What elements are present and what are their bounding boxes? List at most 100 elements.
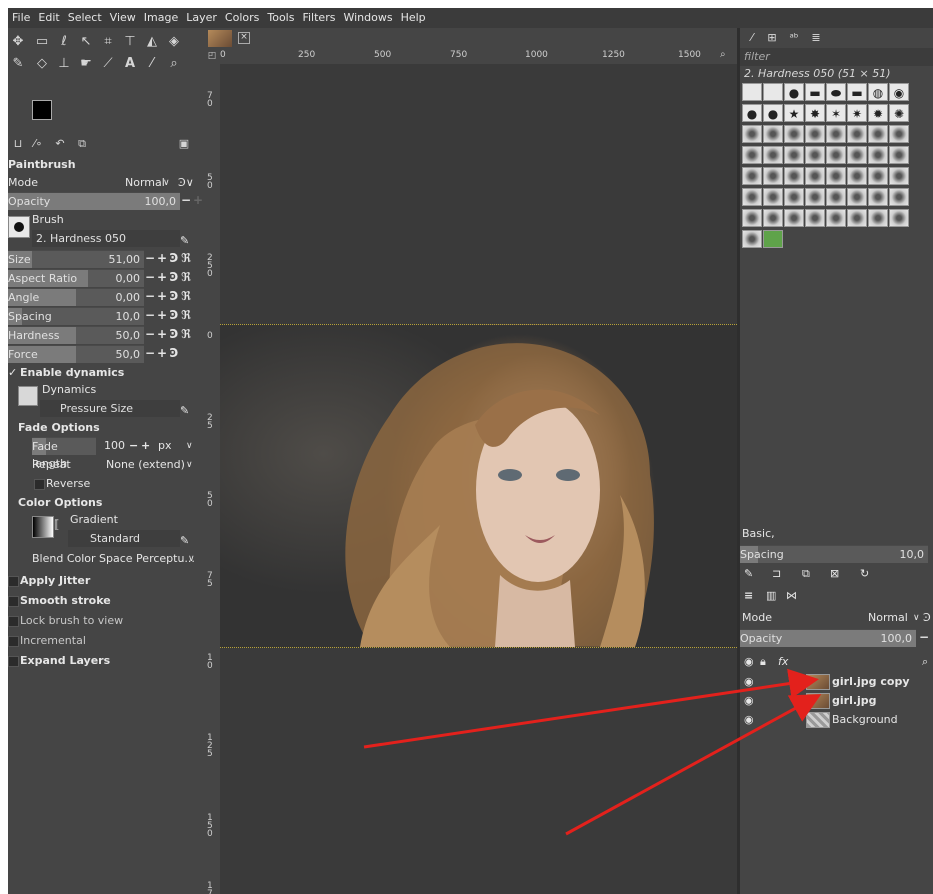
- brush-thumbnail[interactable]: [889, 167, 909, 185]
- brush-grid[interactable]: ● ▬ ⬬ ▬ ◍ ◉ ● ● ★ ✸ ✶ ✷ ✹ ✺: [742, 83, 914, 255]
- size-plus-button[interactable]: +: [156, 250, 168, 267]
- fuzzy-select-icon[interactable]: ↖: [78, 34, 94, 50]
- brush-thumbnail[interactable]: [784, 209, 804, 227]
- aspect-slider[interactable]: Aspect Ratio 0,00: [8, 269, 144, 287]
- edit-gradient-icon[interactable]: ✎: [180, 532, 189, 550]
- brush-thumbnail[interactable]: ●: [784, 83, 804, 101]
- brush-thumbnail[interactable]: [826, 146, 846, 164]
- quick-mask-icon[interactable]: ◰: [204, 48, 220, 64]
- smudge-icon[interactable]: ☛: [78, 56, 94, 72]
- aspect-minus-button[interactable]: −: [144, 269, 156, 286]
- brush-thumbnail[interactable]: [847, 125, 867, 143]
- brush-set-row[interactable]: Basic,: [740, 525, 933, 543]
- brush-thumbnail[interactable]: [847, 188, 867, 206]
- brush-thumbnail[interactable]: [742, 209, 762, 227]
- warp-icon[interactable]: ◭: [144, 34, 160, 50]
- brush-thumbnail[interactable]: [805, 125, 825, 143]
- brush-thumbnail[interactable]: ✺: [889, 104, 909, 122]
- duplicate-brush-icon[interactable]: ⧉: [802, 565, 810, 583]
- brush-thumbnail[interactable]: ⬬: [826, 83, 846, 101]
- brush-thumbnail[interactable]: [763, 230, 783, 248]
- brush-thumbnail[interactable]: [742, 146, 762, 164]
- mode-select[interactable]: Normal: [125, 174, 165, 192]
- layer-opacity-minus-button[interactable]: −: [918, 629, 930, 646]
- vertical-ruler[interactable]: 7 0 5 0 2 5 0 0 2 5 5 0 7 5 1 0 1 2 5 1 …: [204, 64, 220, 894]
- gradient-reverse-icon[interactable]: ⟦: [54, 516, 59, 534]
- menu-help[interactable]: Help: [397, 8, 430, 28]
- brush-set-select[interactable]: Basic,: [742, 525, 775, 543]
- brush-thumbnail[interactable]: [784, 188, 804, 206]
- brush-thumbnail[interactable]: ✷: [847, 104, 867, 122]
- path-icon[interactable]: ⟋: [100, 56, 116, 72]
- color-picker-icon[interactable]: ⁄: [144, 56, 160, 72]
- clone-icon[interactable]: ⊥: [56, 56, 72, 72]
- menu-windows[interactable]: Windows: [339, 8, 396, 28]
- tool-options-tab-icon[interactable]: ⊔: [10, 136, 26, 152]
- gradient-combo[interactable]: Standard: [68, 530, 180, 547]
- dynamics-preview-icon[interactable]: [18, 386, 38, 406]
- edit-brush-icon[interactable]: ✎: [744, 565, 753, 583]
- menu-filters[interactable]: Filters: [298, 8, 339, 28]
- rect-select-icon[interactable]: ▭: [34, 34, 50, 50]
- layer-mode-select[interactable]: Normal: [868, 609, 908, 627]
- angle-reset-icon[interactable]: Ͽ: [168, 288, 180, 305]
- new-brush-icon[interactable]: ⊐: [772, 565, 781, 583]
- layer-item[interactable]: ◉ Background: [740, 711, 933, 729]
- reverse-row[interactable]: Reverse: [8, 475, 204, 493]
- brush-preview[interactable]: [8, 216, 30, 238]
- brush-thumbnail[interactable]: ✸: [805, 104, 825, 122]
- eye-icon[interactable]: ◉: [744, 711, 754, 729]
- brush-thumbnail[interactable]: [847, 209, 867, 227]
- brush-thumbnail[interactable]: [784, 125, 804, 143]
- brush-thumbnail[interactable]: [868, 188, 888, 206]
- aspect-reset-icon[interactable]: Ͽ: [168, 269, 180, 286]
- angle-plus-button[interactable]: +: [156, 288, 168, 305]
- brush-thumbnail[interactable]: [826, 188, 846, 206]
- dynamics-combo[interactable]: Pressure Size: [40, 400, 180, 417]
- expand-layers-row[interactable]: Expand Layers: [8, 652, 204, 670]
- canvas-image[interactable]: [220, 324, 737, 648]
- menu-image[interactable]: Image: [140, 8, 182, 28]
- eraser-icon[interactable]: ◇: [34, 56, 50, 72]
- brush-thumbnail[interactable]: [763, 167, 783, 185]
- close-icon[interactable]: ×: [238, 32, 250, 44]
- spacing-plus-button[interactable]: +: [156, 307, 168, 324]
- paths-tab-icon[interactable]: ⋈: [786, 587, 797, 605]
- apply-jitter-row[interactable]: Apply Jitter: [8, 572, 204, 590]
- text-icon[interactable]: A: [122, 56, 138, 72]
- size-minus-button[interactable]: −: [144, 250, 156, 267]
- angle-slider[interactable]: Angle 0,00: [8, 288, 144, 306]
- smooth-stroke-row[interactable]: Smooth stroke: [8, 592, 204, 610]
- gradients-tab-icon[interactable]: ≣: [808, 30, 824, 46]
- hardness-minus-button[interactable]: −: [144, 326, 156, 343]
- move-icon[interactable]: ✥: [10, 34, 26, 50]
- lock-brush-checkbox[interactable]: [8, 616, 19, 627]
- brush-thumbnail[interactable]: [763, 209, 783, 227]
- unified-transform-icon[interactable]: ⊤: [122, 34, 138, 50]
- brush-thumbnail[interactable]: [826, 167, 846, 185]
- brush-thumbnail[interactable]: [763, 83, 783, 101]
- configure-tab-icon[interactable]: ▣: [176, 136, 192, 152]
- hardness-plus-button[interactable]: +: [156, 326, 168, 343]
- brush-thumbnail[interactable]: [889, 146, 909, 164]
- hardness-reset-icon[interactable]: Ͽ: [168, 326, 180, 343]
- spacing-minus-button[interactable]: −: [144, 307, 156, 324]
- blend-space-select[interactable]: Blend Color Space Perceptu...: [32, 550, 195, 568]
- reverse-checkbox[interactable]: [34, 479, 45, 490]
- spacing-link-icon[interactable]: ℜ: [180, 307, 192, 324]
- menu-edit[interactable]: Edit: [34, 8, 63, 28]
- brush-thumbnail[interactable]: ✹: [868, 104, 888, 122]
- brush-thumbnail[interactable]: [784, 167, 804, 185]
- lock-icon[interactable]: 🔒︎: [760, 653, 766, 671]
- brush-thumbnail[interactable]: ★: [784, 104, 804, 122]
- layers-tab-icon[interactable]: ≡: [744, 587, 753, 605]
- force-slider[interactable]: Force 50,0: [8, 345, 144, 363]
- gradient-preview[interactable]: [32, 516, 54, 538]
- spacing-slider[interactable]: Spacing 10,0: [8, 307, 144, 325]
- eye-icon[interactable]: ◉: [744, 673, 754, 691]
- brush-thumbnail[interactable]: [847, 146, 867, 164]
- hardness-link-icon[interactable]: ℜ: [180, 326, 192, 343]
- lasso-icon[interactable]: ℓ: [56, 34, 72, 50]
- image-tab-thumbnail[interactable]: [208, 30, 232, 47]
- brush-thumbnail[interactable]: ◉: [889, 83, 909, 101]
